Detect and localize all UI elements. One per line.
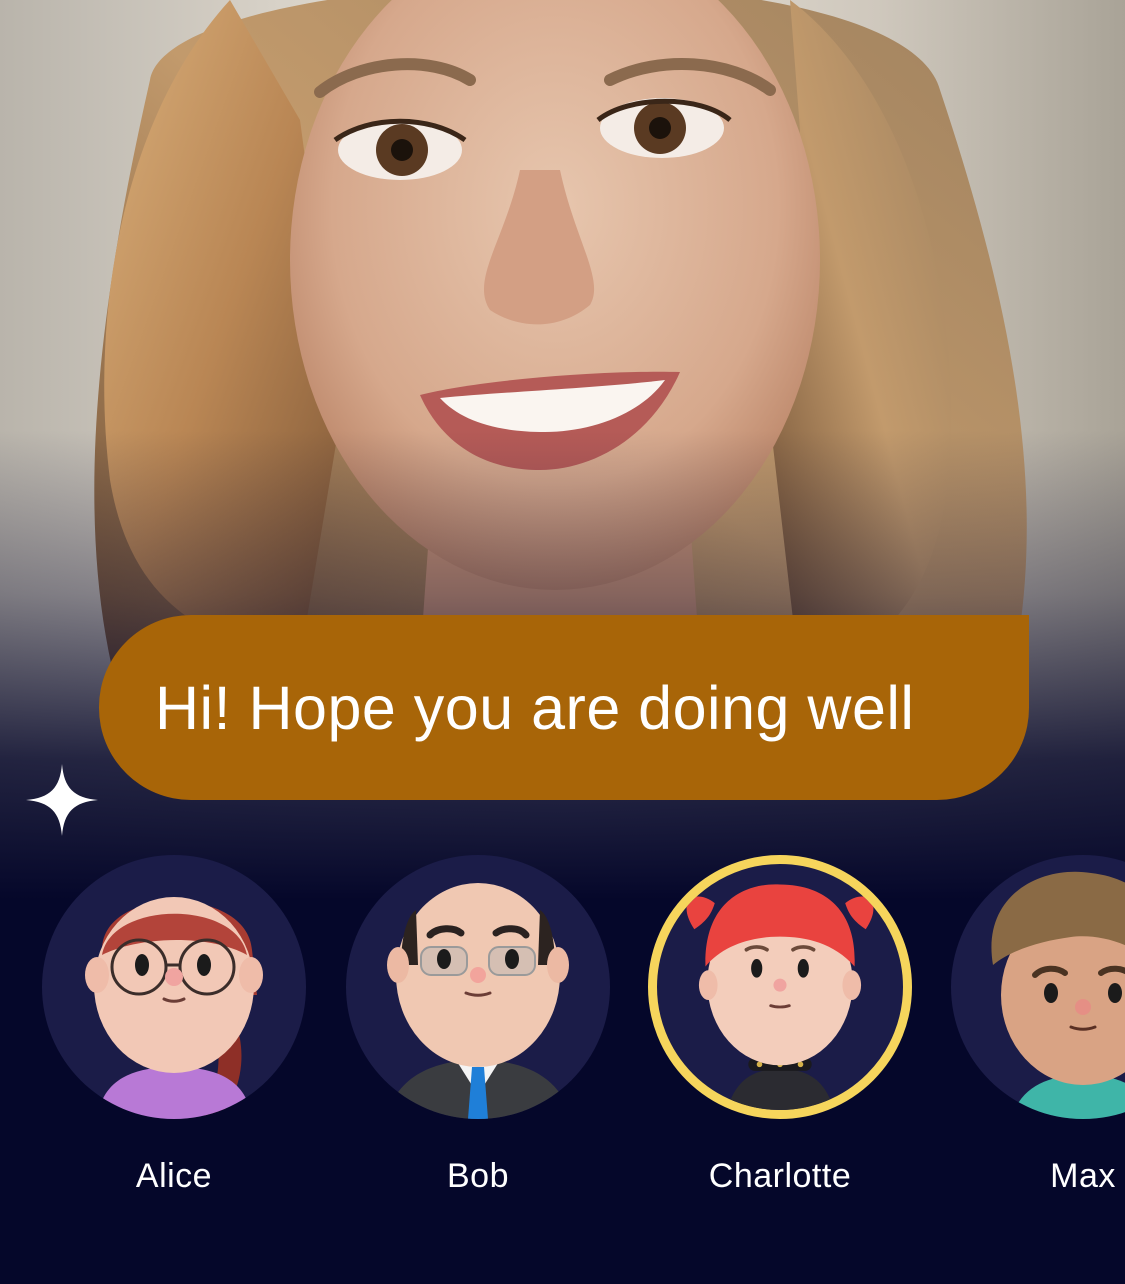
avatar-name-alice: Alice [135, 1157, 213, 1195]
avatar-name-charlotte: Charlotte [708, 1157, 852, 1195]
avatar-image-max[interactable] [951, 855, 1125, 1119]
message-text: Hi! Hope you are doing well [155, 673, 915, 742]
avatar-image-charlotte[interactable] [648, 855, 912, 1119]
avatar-image-alice[interactable] [42, 855, 306, 1119]
avatar-name-bob: Bob [447, 1157, 509, 1195]
avatar-option-alice[interactable]: Alice [42, 855, 306, 1196]
bob-avatar-icon [386, 883, 571, 1119]
charlotte-avatar-icon [686, 884, 874, 1110]
message-bubble: Hi! Hope you are doing well [99, 615, 1029, 800]
avatar-option-charlotte[interactable]: Charlotte [648, 855, 912, 1196]
max-avatar-icon [991, 871, 1125, 1119]
avatar-image-bob[interactable] [346, 855, 610, 1119]
sparkle-icon [26, 764, 98, 836]
avatar-selector: Alice Bob Charlotte Max [0, 855, 1125, 1195]
alice-avatar-icon [85, 897, 263, 1119]
character-chat-screen: Hi! Hope you are doing well Alice Bob Ch… [0, 0, 1125, 1284]
avatar-name-max: Max [1050, 1157, 1116, 1195]
avatar-option-max[interactable]: Max [951, 855, 1125, 1196]
avatar-option-bob[interactable]: Bob [346, 855, 610, 1196]
